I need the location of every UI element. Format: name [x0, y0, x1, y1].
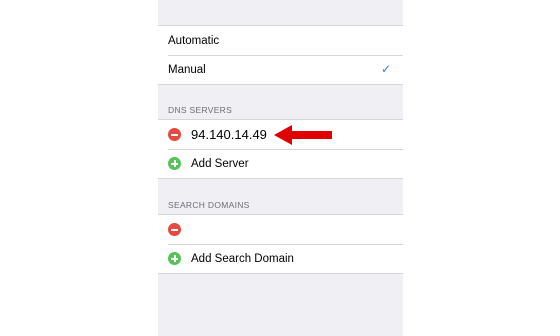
option-automatic-label: Automatic: [168, 34, 220, 47]
minus-circle-icon[interactable]: [168, 223, 181, 236]
minus-circle-icon[interactable]: [168, 128, 181, 141]
option-automatic[interactable]: Automatic: [158, 26, 403, 55]
dns-servers-header: DNS SERVERS: [168, 105, 233, 115]
dns-group-bottom-separator: [158, 178, 403, 179]
search-domains-header: SEARCH DOMAINS: [168, 200, 250, 210]
red-arrow-icon: [274, 125, 332, 145]
add-search-domain-row[interactable]: Add Search Domain: [158, 244, 403, 273]
search-domains-group: Add Search Domain: [158, 215, 403, 273]
dns-server-value[interactable]: 94.140.14.49: [191, 127, 267, 142]
plus-circle-icon[interactable]: [168, 252, 181, 265]
option-manual-label: Manual: [168, 63, 206, 76]
dns-settings-screen: Automatic Manual ✓ DNS SERVERS 94.140.14…: [158, 0, 403, 336]
group-separator: [158, 84, 403, 85]
checkmark-icon: ✓: [380, 62, 391, 76]
add-search-domain-label: Add Search Domain: [191, 252, 294, 265]
option-manual[interactable]: Manual ✓: [158, 55, 403, 84]
search-domain-row[interactable]: [158, 215, 403, 244]
search-group-bottom-separator: [158, 273, 403, 274]
add-server-label: Add Server: [191, 157, 249, 170]
configure-dns-group: Automatic Manual ✓: [158, 26, 403, 84]
plus-circle-icon[interactable]: [168, 157, 181, 170]
add-server-row[interactable]: Add Server: [158, 149, 403, 178]
